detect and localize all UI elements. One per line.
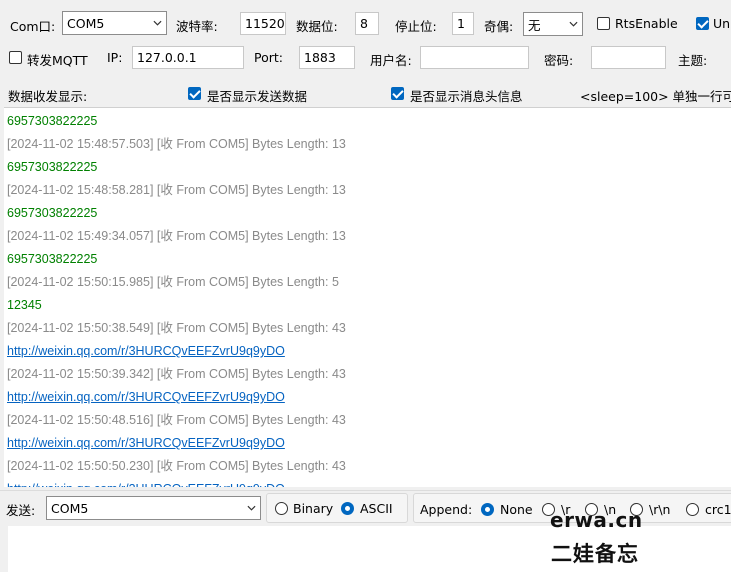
receive-title: 数据收发显示: (8, 89, 88, 104)
encoding-group: Binary ASCII (266, 493, 408, 523)
log-data-line: 6957303822225 (7, 114, 98, 128)
append-label: Append: (420, 502, 473, 517)
send-label: 发送: (6, 503, 36, 518)
ip-label: IP: (107, 50, 123, 65)
append-none-label: None (500, 502, 533, 517)
log-header-line: [2024-11-02 15:50:15.985] [收 From COM5] … (7, 275, 339, 289)
watermark-title: 二娃备忘 (551, 542, 639, 566)
send-target-value: COM5 (51, 500, 89, 516)
com-port-select[interactable]: COM5 (62, 11, 167, 35)
log-header-line: [2024-11-02 15:50:48.516] [收 From COM5] … (7, 413, 346, 427)
utf-label: Un (713, 16, 731, 31)
watermark-domain: erwa.cn (550, 508, 643, 532)
databits-field[interactable]: 8 (355, 12, 379, 35)
send-target-select[interactable]: COM5 (46, 496, 261, 520)
log-data-line: 6957303822225 (7, 160, 98, 174)
show-header-label: 是否显示消息头信息 (410, 89, 523, 104)
log-header-line: [2024-11-02 15:48:57.503] [收 From COM5] … (7, 137, 346, 151)
log-link[interactable]: http://weixin.qq.com/r/3HURCQvEEFZvrU9q9… (7, 433, 285, 453)
utf-checkbox[interactable] (696, 17, 709, 30)
show-sent-checkbox[interactable] (188, 87, 201, 100)
binary-label: Binary (293, 501, 334, 516)
topic-label: 主题: (678, 53, 708, 68)
log-header-line: [2024-11-02 15:50:38.549] [收 From COM5] … (7, 321, 346, 335)
log-data-line: 6957303822225 (7, 206, 98, 220)
binary-radio[interactable] (275, 502, 288, 515)
rts-enable-checkbox[interactable] (597, 17, 610, 30)
log-header-line: [2024-11-02 15:50:39.342] [收 From COM5] … (7, 367, 346, 381)
log-header-line: [2024-11-02 15:50:50.230] [收 From COM5] … (7, 459, 346, 473)
log-link[interactable]: http://weixin.qq.com/r/3HURCQvEEFZvrU9q9… (7, 341, 285, 361)
show-header-checkbox[interactable] (391, 87, 404, 100)
append-none-radio[interactable] (481, 503, 494, 516)
com-label: Com口: (10, 19, 56, 34)
username-field[interactable] (420, 46, 529, 69)
log-link[interactable]: http://weixin.qq.com/r/3HURCQvEEFZvrU9q9… (7, 387, 285, 407)
username-label: 用户名: (370, 53, 412, 68)
receive-header: 数据收发显示: 是否显示发送数据 是否显示消息头信息 <sleep=100> 单… (0, 80, 731, 107)
parity-select[interactable]: 无 (523, 12, 583, 36)
stopbits-field[interactable]: 1 (452, 12, 474, 35)
forward-mqtt-label: 转发MQTT (27, 53, 88, 68)
sleep-hint: <sleep=100> 单独一行可以 (580, 89, 731, 104)
stopbits-label: 停止位: (395, 19, 437, 34)
ip-field[interactable]: 127.0.0.1 (132, 46, 244, 69)
rts-enable-label: RtsEnable (615, 16, 678, 31)
log-data-line: 12345 (7, 298, 42, 312)
ascii-radio[interactable] (341, 502, 354, 515)
password-field[interactable] (591, 46, 666, 69)
log-header-line: [2024-11-02 15:48:58.281] [收 From COM5] … (7, 183, 346, 197)
show-sent-label: 是否显示发送数据 (207, 89, 308, 104)
receive-log[interactable]: 6957303822225 [2024-11-02 15:48:57.503] [… (4, 107, 731, 487)
log-link[interactable]: http://weixin.qq.com/r/3HURCQvEEFZvrU9q9… (7, 479, 285, 487)
chevron-down-icon (247, 505, 256, 511)
append-crc-radio[interactable] (686, 503, 699, 516)
parity-label: 奇偶: (484, 19, 514, 34)
port-label: Port: (254, 50, 283, 65)
log-header-line: [2024-11-02 15:49:34.057] [收 From COM5] … (7, 229, 346, 243)
password-label: 密码: (544, 53, 574, 68)
forward-mqtt-checkbox[interactable] (9, 51, 22, 64)
databits-label: 数据位: (296, 19, 338, 34)
port-field[interactable]: 1883 (299, 46, 355, 69)
chevron-down-icon (569, 21, 578, 27)
baud-rate-field[interactable]: 115200 (240, 12, 286, 35)
append-crc-label: crc16 (705, 502, 731, 517)
parity-value: 无 (528, 17, 541, 33)
com-port-value: COM5 (67, 15, 105, 31)
append-rn-label: \r\n (649, 502, 671, 517)
mqtt-settings-bar: 转发MQTT IP: 127.0.0.1 Port: 1883 用户名: 密码:… (0, 42, 731, 76)
log-data-line: 6957303822225 (7, 252, 98, 266)
chevron-down-icon (153, 20, 162, 26)
baud-label: 波特率: (176, 19, 218, 34)
serial-settings-bar: Com口: COM5 波特率: 115200 数据位: 8 停止位: 1 奇偶:… (0, 0, 731, 46)
ascii-label: ASCII (360, 501, 393, 516)
